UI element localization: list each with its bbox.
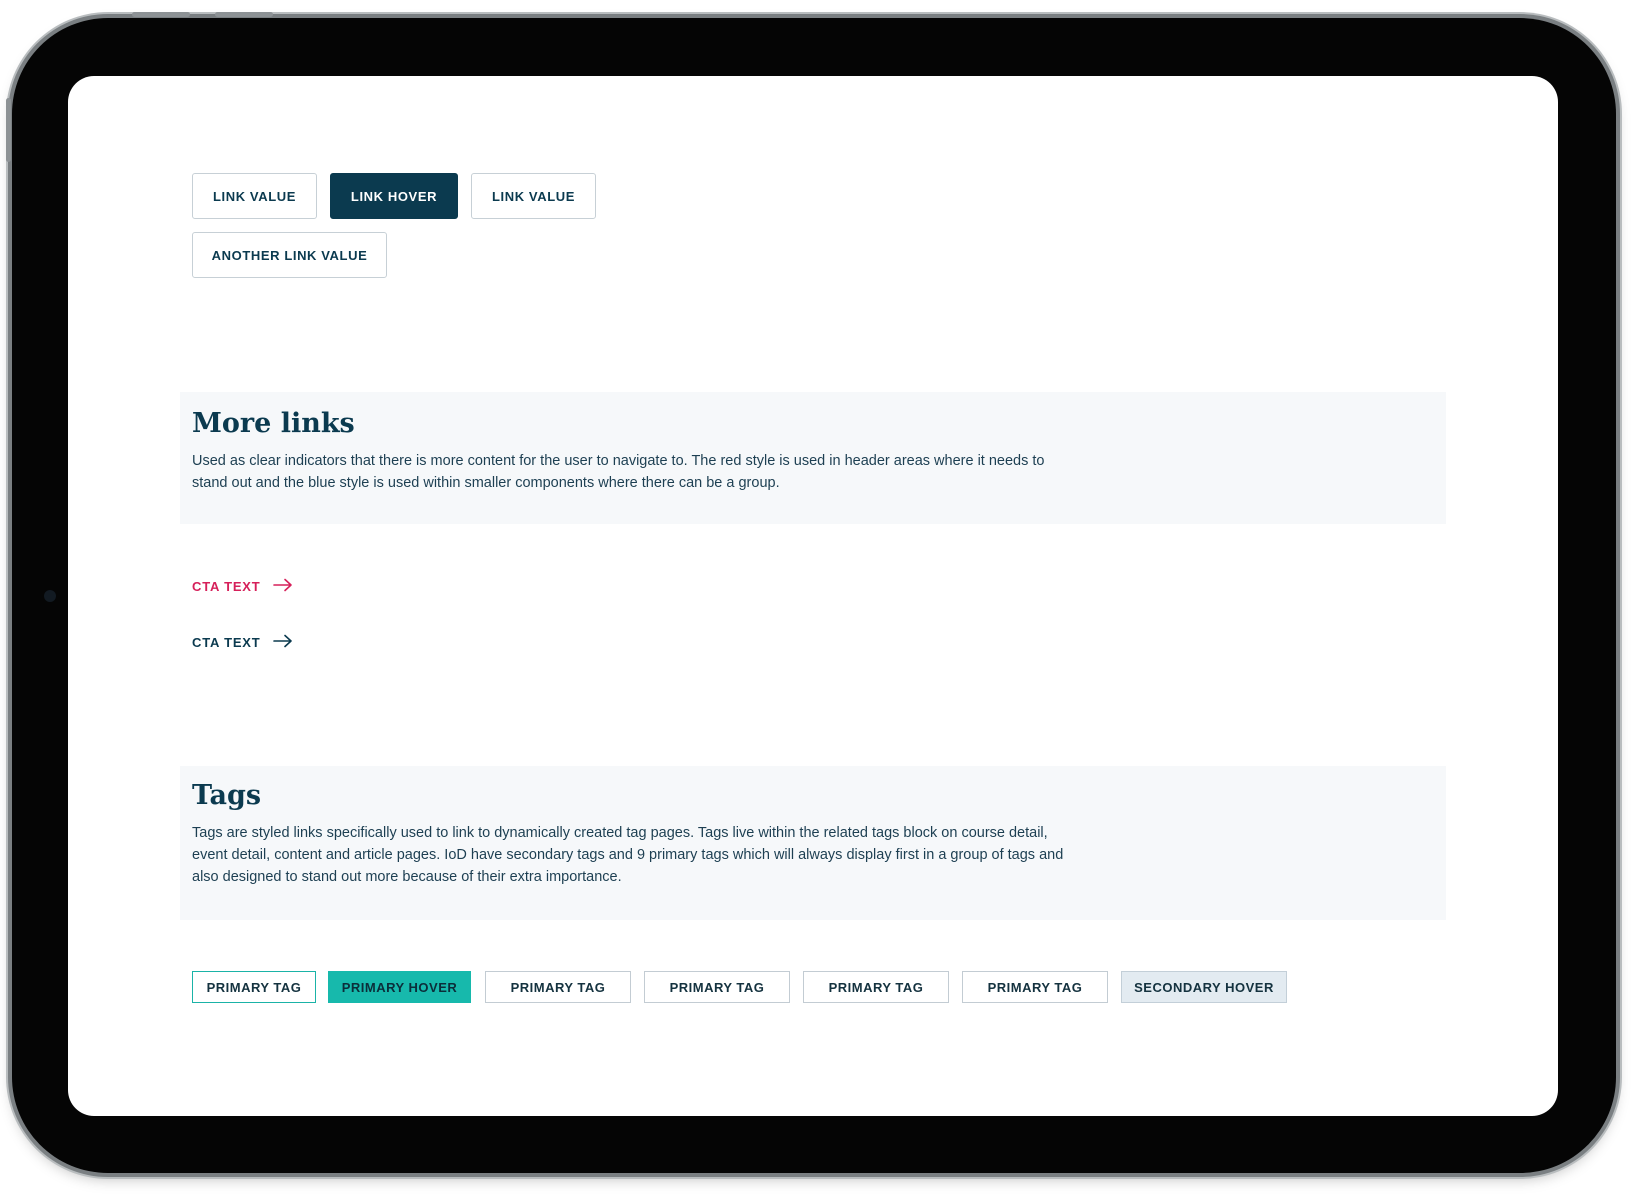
link-value-button-2[interactable]: LINK VALUE <box>471 173 596 219</box>
front-camera <box>44 590 56 602</box>
more-links-panel: More links Used as clear indicators that… <box>180 392 1446 524</box>
cta-link-red[interactable]: CTA TEXT <box>192 578 293 595</box>
more-links-description: Used as clear indicators that there is m… <box>192 453 1045 491</box>
power-button <box>6 98 11 162</box>
primary-hover-tag[interactable]: PRIMARY HOVER <box>328 971 471 1003</box>
cta-link-blue[interactable]: CTA TEXT <box>192 634 293 651</box>
link-hover-button[interactable]: LINK HOVER <box>330 173 458 219</box>
secondary-hover-tag[interactable]: SECONDARY HOVER <box>1121 971 1287 1003</box>
cta-link-red-label: CTA TEXT <box>192 579 261 594</box>
tags-title: Tags <box>192 780 262 811</box>
tags-panel: Tags Tags are styled links specifically … <box>180 766 1446 920</box>
link-value-button-1[interactable]: LINK VALUE <box>192 173 317 219</box>
cta-link-blue-label: CTA TEXT <box>192 635 261 650</box>
arrow-right-icon <box>272 634 293 651</box>
volume-up-button <box>132 12 190 17</box>
volume-down-button <box>215 12 273 17</box>
more-links-title: More links <box>192 408 355 439</box>
tags-description: Tags are styled links specifically used … <box>192 825 1064 885</box>
secondary-tag[interactable]: PRIMARY TAG <box>803 971 949 1003</box>
secondary-tag[interactable]: PRIMARY TAG <box>485 971 631 1003</box>
tablet-screen: LINK VALUE LINK HOVER LINK VALUE ANOTHER… <box>68 76 1558 1116</box>
primary-tag[interactable]: PRIMARY TAG <box>192 971 316 1003</box>
arrow-right-icon <box>272 578 293 595</box>
another-link-value-button[interactable]: ANOTHER LINK VALUE <box>192 232 387 278</box>
secondary-tag[interactable]: PRIMARY TAG <box>962 971 1108 1003</box>
secondary-tag[interactable]: PRIMARY TAG <box>644 971 790 1003</box>
